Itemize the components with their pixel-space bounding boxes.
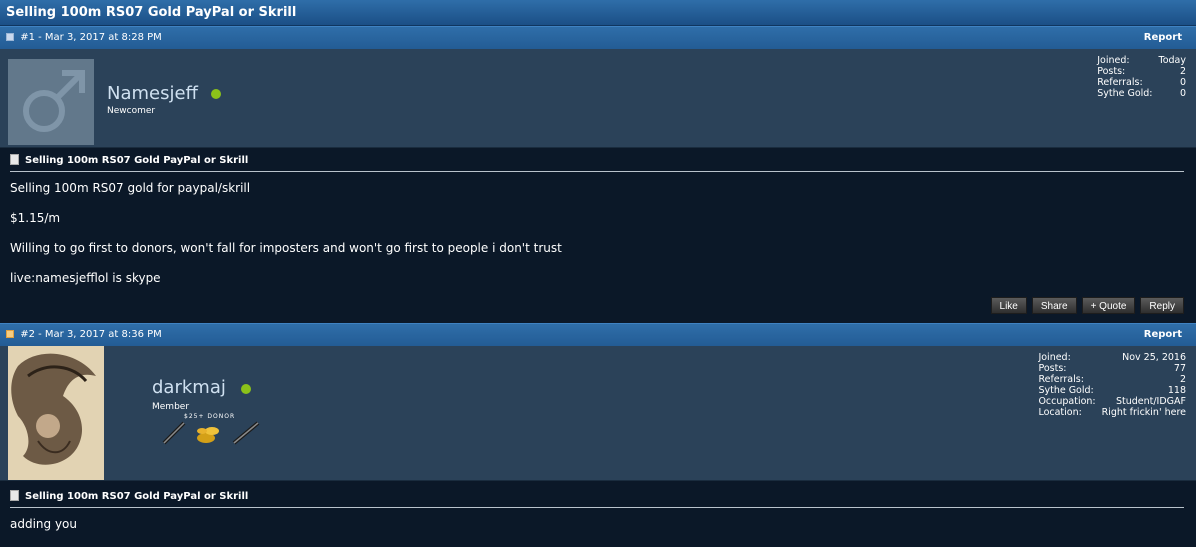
message-line: live:namesjefflol is skype [10, 271, 161, 285]
user-title: Newcomer [107, 106, 156, 116]
stat-value: Right frickin' here [1101, 407, 1186, 418]
stat-value: Nov 25, 2016 [1122, 352, 1186, 363]
online-indicator [211, 89, 221, 99]
post-header: #1 - Mar 3, 2017 at 8:28 PM Report [0, 26, 1196, 49]
stat-value: Today [1158, 55, 1186, 66]
stat-label: Sythe Gold: [1038, 385, 1094, 396]
user-info: darkmaj Member $25+ DONOR Joined: Nov 25,… [0, 346, 1196, 481]
post-title: Selling 100m RS07 Gold PayPal or Skrill [0, 487, 1196, 507]
post-message: Selling 100m RS07 gold for paypal/skrill… [0, 172, 1196, 300]
post-icon [6, 28, 14, 41]
stat-label: Posts: [1038, 363, 1067, 374]
document-icon [10, 154, 19, 165]
stat-label: Occupation: [1038, 396, 1096, 407]
avatar[interactable] [8, 59, 94, 145]
stat-value: 77 [1173, 363, 1186, 374]
thread-title: Selling 100m RS07 Gold PayPal or Skrill [0, 0, 1196, 26]
post-icon [6, 325, 14, 338]
post-message: adding you [0, 508, 1196, 546]
document-icon [10, 490, 19, 501]
online-indicator [241, 384, 251, 394]
quote-button[interactable]: + Quote [1081, 297, 1136, 314]
avatar[interactable] [8, 346, 104, 480]
reply-button[interactable]: Reply [1140, 297, 1184, 314]
stat-value: 2 [1179, 66, 1186, 77]
post-title-text: Selling 100m RS07 Gold PayPal or Skrill [25, 155, 249, 166]
user-stats: Joined: Today Posts: 2 Referrals: 0 Sythe G… [1097, 55, 1186, 99]
post-header: #2 - Mar 3, 2017 at 8:36 PM Report [0, 323, 1196, 346]
stat-value: Student/IDGAF [1115, 396, 1186, 407]
gold-coins-icon [197, 427, 219, 443]
username[interactable]: Namesjeff [107, 83, 198, 104]
post-title: Selling 100m RS07 Gold PayPal or Skrill [0, 151, 1196, 171]
message-line: Willing to go first to donors, won't fal… [10, 241, 562, 255]
post-title-text: Selling 100m RS07 Gold PayPal or Skrill [25, 491, 249, 502]
post-actions: Like Share + Quote Reply [990, 297, 1184, 314]
like-button[interactable]: Like [990, 297, 1027, 314]
user-title: Member [152, 402, 190, 412]
post-meta: #1 - Mar 3, 2017 at 8:28 PM [20, 32, 162, 43]
message-line: $1.15/m [10, 211, 61, 225]
user-badges [162, 421, 260, 445]
message-line: Selling 100m RS07 gold for paypal/skrill [10, 181, 251, 195]
stat-label: Location: [1038, 407, 1082, 418]
stat-value: 0 [1179, 88, 1186, 99]
username[interactable]: darkmaj [152, 377, 226, 398]
stat-label: Sythe Gold: [1097, 88, 1153, 99]
user-info: Namesjeff Newcomer Joined: Today Posts: 2 … [0, 49, 1196, 148]
stat-label: Referrals: [1038, 374, 1084, 385]
stat-label: Referrals: [1097, 77, 1143, 88]
stat-value: 118 [1167, 385, 1186, 396]
stat-value: 0 [1179, 77, 1186, 88]
male-avatar-icon [8, 59, 94, 145]
stat-value: 2 [1179, 374, 1186, 385]
post-meta: #2 - Mar 3, 2017 at 8:36 PM [20, 329, 162, 340]
sword-icon [232, 421, 260, 445]
dragon-avatar-icon [8, 346, 104, 480]
stat-label: Joined: [1097, 55, 1130, 66]
sword-icon [162, 421, 186, 445]
report-link[interactable]: Report [1144, 27, 1182, 49]
report-link[interactable]: Report [1144, 324, 1182, 346]
stat-label: Joined: [1038, 352, 1071, 363]
post-2: #2 - Mar 3, 2017 at 8:36 PM Report darkm… [0, 323, 1196, 547]
stat-label: Posts: [1097, 66, 1126, 77]
donor-badge-text: $25+ DONOR [184, 413, 236, 420]
post-1: #1 - Mar 3, 2017 at 8:28 PM Report Names… [0, 26, 1196, 323]
share-button[interactable]: Share [1031, 297, 1077, 314]
message-line: adding you [10, 517, 78, 531]
post-body: Selling 100m RS07 Gold PayPal or Skrill … [0, 481, 1196, 547]
user-stats: Joined: Nov 25, 2016 Posts: 77 Referrals: 2… [1038, 352, 1186, 418]
post-body: Selling 100m RS07 Gold PayPal or Skrill … [0, 148, 1196, 323]
